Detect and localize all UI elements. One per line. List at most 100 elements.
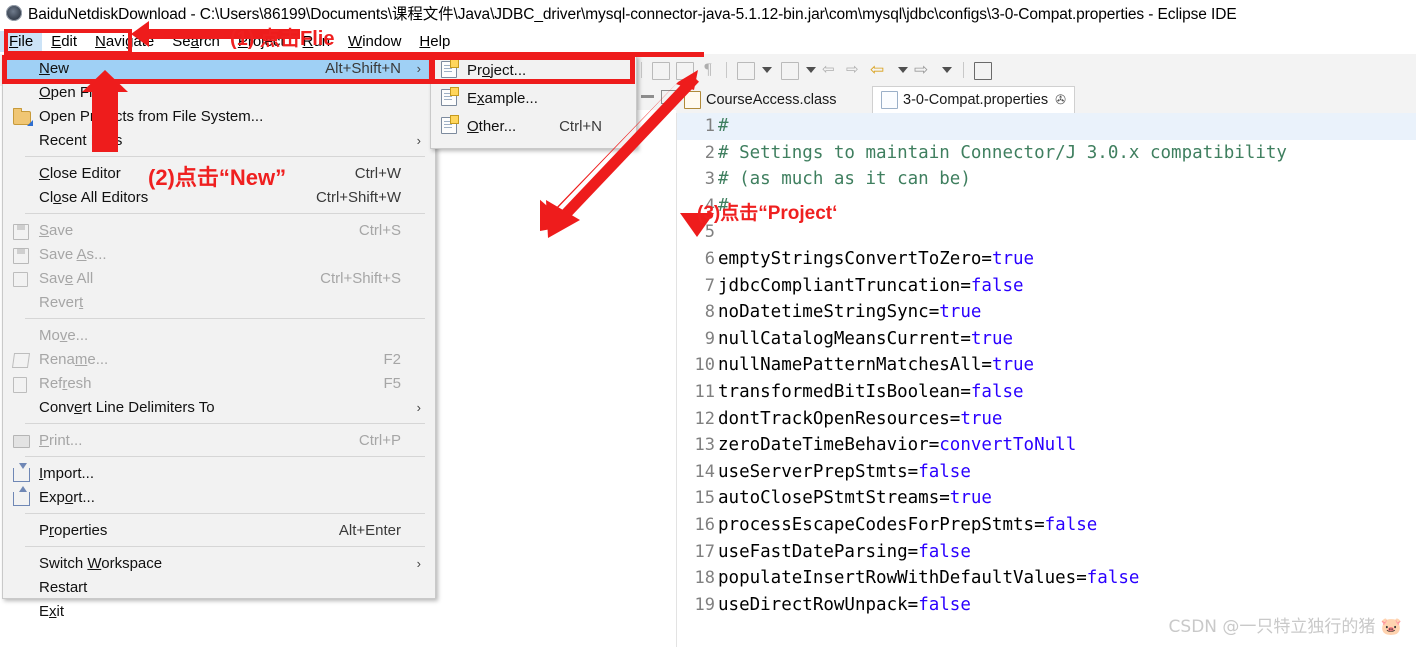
menu-item-accelerator: Ctrl+P <box>358 431 401 449</box>
file-menu-item-recent-files[interactable]: Recent Files › <box>3 128 435 152</box>
code-token-key: nullCatalogMeansCurrent= <box>718 328 971 349</box>
menu-item-label: Switch Workspace <box>39 554 163 572</box>
menu-item-label: Import... <box>39 464 95 482</box>
file-menu-item-switch-workspace[interactable]: Switch Workspace › <box>3 551 435 575</box>
new-wizard-icon[interactable] <box>649 59 671 81</box>
code-line: 8 noDatetimeStringSync=true <box>677 299 1416 326</box>
new-example-icon <box>441 87 459 106</box>
file-menu-item-import[interactable]: Import... <box>3 461 435 485</box>
line-number: 13 <box>694 435 715 456</box>
code-line: 6 emptyStringsConvertToZero=true <box>677 246 1416 273</box>
editor-tab-courseaccess[interactable]: CourseAccess.class <box>676 86 845 113</box>
menu-item-accelerator: Ctrl+Shift+W <box>315 188 401 206</box>
menu-item-label: Properties <box>39 521 108 539</box>
file-menu-item-refresh[interactable]: Refresh F5 <box>3 371 435 395</box>
code-line: 7 jdbcCompliantTruncation=false <box>677 273 1416 300</box>
code-token-val: true <box>991 355 1035 376</box>
close-icon[interactable]: ✇ <box>1055 92 1066 108</box>
file-menu-item-open-projects-from-file-system[interactable]: Open Projects from File System... <box>3 104 435 128</box>
file-menu-item-print[interactable]: Print... Ctrl+P <box>3 428 435 452</box>
menu-item-accelerator: F5 <box>383 374 401 392</box>
menu-separator <box>25 456 425 457</box>
menu-item-label: Example... <box>467 89 538 107</box>
code-line: 1 # <box>677 113 1416 140</box>
code-token-val: true <box>949 488 992 509</box>
menu-item-label: Save <box>39 221 74 239</box>
menu-separator <box>25 213 425 214</box>
file-menu-item-restart[interactable]: Restart <box>3 575 435 599</box>
menu-item-label: Save As... <box>39 245 107 263</box>
menu-item-label: Other... <box>467 117 517 135</box>
menu-item-accelerator: Ctrl+Shift+S <box>320 269 401 287</box>
new-submenu-item-example[interactable]: Example... <box>431 84 636 112</box>
line-number: 10 <box>694 355 715 376</box>
code-token-key: processEscapeCodesForPrepStmts= <box>718 514 1045 535</box>
file-menu-popup[interactable]: New Alt+Shift+N › Open File... Open Projects… <box>2 55 436 620</box>
new-submenu-item-other[interactable]: Other... Ctrl+N <box>431 112 636 140</box>
menu-item-label: Close All Editors <box>39 188 149 206</box>
code-token-comment: # (as much as it can be) <box>718 169 971 190</box>
arrow-up-to-new <box>82 70 128 152</box>
line-number: 6 <box>704 248 715 269</box>
file-menu-item-save-all[interactable]: Save All Ctrl+Shift+S <box>3 266 435 290</box>
forward-dropdown-icon[interactable] <box>942 67 952 73</box>
code-token-key: useServerPrepStmts= <box>718 461 919 482</box>
file-menu-item-save-as[interactable]: Save As... <box>3 242 435 266</box>
file-menu-item-revert[interactable]: Revert <box>3 290 435 314</box>
code-token-key: useDirectRowUnpack= <box>718 594 919 615</box>
file-menu-item-rename[interactable]: Rename... F2 <box>3 347 435 371</box>
menu-item-label: Save All <box>39 269 94 287</box>
back-dropdown-icon[interactable] <box>898 67 908 73</box>
open-type-icon[interactable] <box>673 59 695 81</box>
file-menu-item-convert-line-delimiters-to[interactable]: Convert Line Delimiters To › <box>3 395 435 419</box>
menu-item-label: Refresh <box>39 374 92 392</box>
next-annotation-icon[interactable]: ⇨ <box>846 59 868 81</box>
code-token-val: false <box>918 461 971 482</box>
code-line: 12 dontTrackOpenResources=true <box>677 406 1416 433</box>
run-icon[interactable] <box>778 59 800 81</box>
prev-annotation-icon[interactable]: ⇦ <box>822 59 844 81</box>
forward-icon[interactable]: ⇨ <box>914 59 936 81</box>
file-menu-item-save[interactable]: Save Ctrl+S <box>3 218 435 242</box>
code-token-key: dontTrackOpenResources= <box>718 408 961 429</box>
import-icon <box>13 463 30 482</box>
chevron-right-icon: › <box>416 132 421 148</box>
annotation-step-2: (2)点击“New” <box>148 165 287 190</box>
run-dropdown-icon[interactable] <box>806 67 816 73</box>
back-icon[interactable]: ⇦ <box>870 59 892 81</box>
code-viewport[interactable]: 1 #2 # Settings to maintain Connector/J 3.… <box>676 113 1416 647</box>
menubar-item-help[interactable]: Help <box>410 31 459 52</box>
file-menu-item-move[interactable]: Move... <box>3 323 435 347</box>
code-token-comment: # <box>718 116 729 136</box>
code-token-key: populateInsertRowWithDefaultValues= <box>718 568 1087 589</box>
file-menu-item-export[interactable]: Export... <box>3 485 435 509</box>
new-window-icon[interactable] <box>971 59 993 81</box>
line-number: 7 <box>704 275 715 296</box>
menubar-item-window[interactable]: Window <box>339 31 410 52</box>
file-menu-item-exit[interactable]: Exit <box>3 599 435 623</box>
paragraph-mark-icon[interactable]: ¶ <box>697 59 719 81</box>
maximize-icon[interactable] <box>661 90 677 104</box>
file-menu-item-properties[interactable]: Properties Alt+Enter <box>3 518 435 542</box>
toolbar-separator <box>726 62 727 78</box>
code-line: 16 processEscapeCodesForPrepStmts=false <box>677 512 1416 539</box>
line-number: 18 <box>694 568 715 589</box>
code-token-key: noDatetimeStringSync= <box>718 302 940 323</box>
editor-tab-compat-properties[interactable]: 3-0-Compat.properties ✇ <box>872 86 1075 113</box>
menu-separator <box>25 318 425 319</box>
class-file-icon <box>684 90 701 109</box>
code-line: 3 # (as much as it can be) <box>677 166 1416 193</box>
debug-icon[interactable] <box>734 59 756 81</box>
line-number: 19 <box>694 594 715 615</box>
menu-item-accelerator: Ctrl+N <box>559 117 602 135</box>
line-number: 15 <box>694 488 715 509</box>
debug-dropdown-icon[interactable] <box>762 67 772 73</box>
minimize-icon[interactable] <box>641 95 654 98</box>
code-token-val: false <box>970 275 1024 296</box>
code-line: 15 autoClosePStmtStreams=true <box>677 485 1416 512</box>
menu-item-label: Print... <box>39 431 83 449</box>
menu-item-label: Revert <box>39 293 84 311</box>
line-number: 3 <box>704 169 715 190</box>
menu-item-label: Move... <box>39 326 89 344</box>
line-number: 1 <box>704 116 715 136</box>
